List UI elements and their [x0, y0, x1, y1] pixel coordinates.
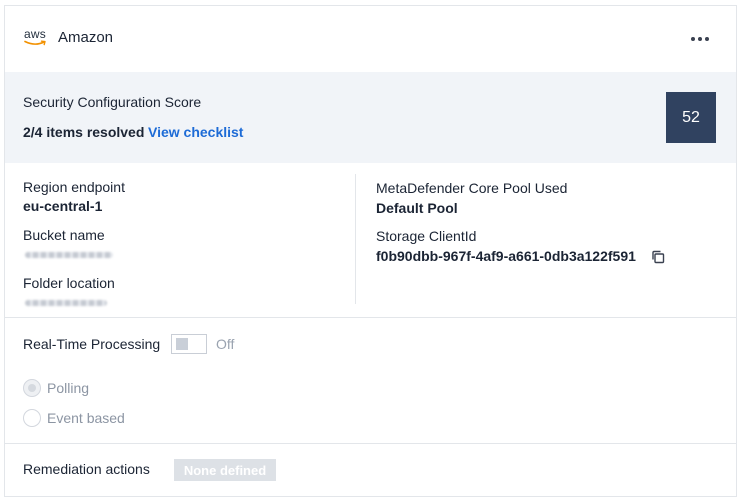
core-pool-label: MetaDefender Core Pool Used: [376, 180, 568, 196]
card-header: aws Amazon: [5, 6, 736, 72]
remediation-section: Remediation actions None defined: [5, 444, 736, 496]
aws-logo-text: aws: [24, 27, 46, 41]
score-title: Security Configuration Score: [23, 94, 202, 110]
score-badge: 52: [666, 92, 716, 143]
storage-clientid-label: Storage ClientId: [376, 228, 477, 244]
core-pool-value: Default Pool: [376, 200, 458, 216]
aws-logo-icon: aws: [24, 28, 50, 48]
processing-section: Real-Time Processing Off Polling Event b…: [5, 318, 736, 444]
event-based-label: Event based: [47, 410, 125, 426]
real-time-processing-label: Real-Time Processing: [23, 336, 161, 352]
storage-clientid-value: f0b90dbb-967f-4af9-a661-0db3a122f591: [376, 248, 636, 264]
copy-icon[interactable]: [650, 249, 666, 265]
provider-name: Amazon: [58, 29, 114, 46]
view-checklist-link[interactable]: View checklist: [148, 124, 243, 140]
storage-card: aws Amazon Security Configuration Score …: [4, 5, 737, 497]
folder-location-value-redacted: [25, 300, 107, 306]
bucket-name-value-redacted: [25, 252, 113, 258]
polling-radio[interactable]: [23, 379, 41, 397]
region-endpoint-label: Region endpoint: [23, 179, 125, 195]
details-section: Region endpoint eu-central-1 Bucket name…: [5, 163, 736, 318]
bucket-name-label: Bucket name: [23, 227, 105, 243]
polling-radio-option[interactable]: Polling: [23, 378, 89, 398]
column-divider: [355, 174, 356, 304]
folder-location-label: Folder location: [23, 275, 115, 291]
more-horizontal-icon: [691, 37, 695, 41]
toggle-knob: [176, 338, 188, 350]
aws-smile-icon: [24, 40, 46, 46]
event-based-radio-option[interactable]: Event based: [23, 408, 125, 428]
security-score-section: Security Configuration Score 2/4 items r…: [5, 72, 736, 163]
more-horizontal-icon: [698, 37, 702, 41]
more-horizontal-icon: [705, 37, 709, 41]
event-based-radio[interactable]: [23, 409, 41, 427]
remediation-actions-label: Remediation actions: [23, 461, 150, 477]
items-resolved-text: 2/4 items resolved: [23, 124, 145, 140]
remediation-status-badge: None defined: [174, 459, 276, 481]
region-endpoint-value: eu-central-1: [23, 198, 103, 214]
polling-label: Polling: [47, 380, 90, 396]
real-time-processing-toggle[interactable]: [171, 334, 207, 354]
more-options-button[interactable]: [685, 28, 715, 50]
toggle-state-text: Off: [216, 336, 235, 352]
